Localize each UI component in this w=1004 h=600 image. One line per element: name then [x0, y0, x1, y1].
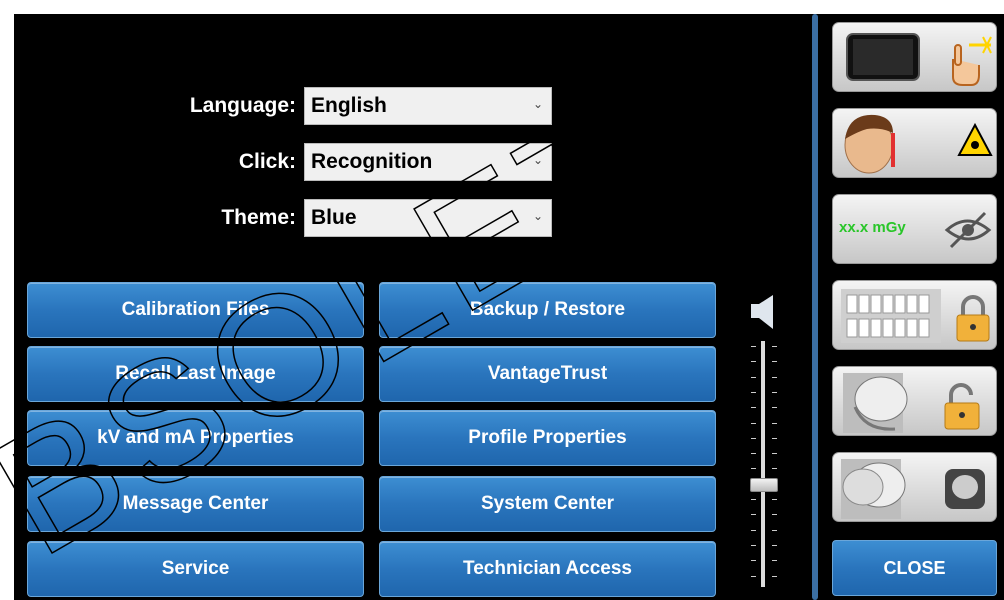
panel-divider: [812, 14, 818, 600]
language-select[interactable]: English ⌄: [304, 87, 552, 125]
volume-tick: [751, 437, 756, 439]
language-row: Language: English ⌄: [14, 86, 552, 126]
volume-tick: [772, 514, 777, 516]
volume-tick: [772, 529, 777, 531]
volume-tick: [772, 391, 777, 393]
volume-tick: [751, 346, 756, 347]
dentition-lock-button[interactable]: [832, 280, 997, 350]
volume-tick: [772, 346, 777, 347]
volume-tick: [751, 560, 756, 562]
message-center-button[interactable]: Message Center: [27, 476, 364, 532]
volume-tick: [751, 391, 756, 393]
patient-laser-icon: [844, 114, 993, 174]
ceph-view-icon: [841, 459, 985, 519]
volume-tick: [772, 499, 777, 500]
patient-laser-button[interactable]: [832, 108, 997, 178]
volume-tick: [772, 575, 777, 577]
volume-tick: [772, 453, 777, 455]
volume-tick: [751, 361, 756, 363]
volume-tick: [751, 468, 756, 470]
click-row: Click: Recognition ⌄: [14, 142, 552, 182]
dose-text: xx.x mGy: [839, 219, 906, 236]
chevron-down-icon: ⌄: [532, 153, 543, 167]
close-button[interactable]: CLOSE: [832, 540, 997, 596]
display-touch-icon: [846, 33, 992, 86]
theme-value: Blue: [311, 206, 357, 229]
volume-tick: [751, 575, 756, 577]
volume-tick: [751, 529, 756, 531]
volume-tick: [751, 422, 756, 424]
dentition-lock-icon: [841, 289, 990, 343]
language-value: English: [311, 94, 387, 117]
technician-access-button[interactable]: Technician Access: [379, 541, 716, 597]
volume-tick: [751, 514, 756, 516]
ceph-unlock-icon: [843, 373, 980, 433]
volume-tick: [751, 499, 756, 500]
service-button[interactable]: Service: [27, 541, 364, 597]
theme-row: Theme: Blue ⌄: [14, 198, 552, 238]
volume-tick: [772, 361, 777, 363]
profile-properties-button[interactable]: Profile Properties: [379, 410, 716, 466]
system-center-button[interactable]: System Center: [379, 476, 716, 532]
chevron-down-icon: ⌄: [532, 97, 543, 111]
click-value: Recognition: [311, 150, 433, 173]
volume-tick: [751, 544, 756, 546]
click-select[interactable]: Recognition ⌄: [304, 143, 552, 181]
volume-tick: [772, 560, 777, 562]
display-touch-button[interactable]: [832, 22, 997, 92]
volume-tick: [751, 453, 756, 455]
volume-tick: [772, 422, 777, 424]
language-label: Language:: [189, 94, 296, 117]
volume-speaker-icon: [751, 295, 773, 329]
dose-display-button[interactable]: xx.x mGy: [832, 194, 997, 264]
click-label: Click:: [238, 150, 296, 173]
volume-slider-track[interactable]: [761, 341, 765, 587]
chevron-down-icon: ⌄: [532, 209, 543, 223]
dose-hidden-icon: [944, 211, 992, 249]
theme-select[interactable]: Blue ⌄: [304, 199, 552, 237]
calibration-files-button[interactable]: Calibration Files: [27, 282, 364, 338]
ceph-unlock-button[interactable]: [832, 366, 997, 436]
volume-tick: [772, 407, 777, 409]
volume-tick: [751, 376, 756, 378]
backup-restore-button[interactable]: Backup / Restore: [379, 282, 716, 338]
volume-tick: [751, 407, 756, 409]
settings-screen: Language: English ⌄ Click: Recognition ⌄…: [14, 14, 1004, 600]
volume-tick: [772, 468, 777, 470]
volume-tick: [772, 376, 777, 378]
theme-label: Theme:: [221, 206, 296, 229]
volume-tick: [772, 437, 777, 439]
recall-last-image-button[interactable]: Recall Last Image: [27, 346, 364, 402]
volume-slider-handle[interactable]: [750, 477, 778, 492]
vantage-trust-button[interactable]: VantageTrust: [379, 346, 716, 402]
volume-tick: [772, 544, 777, 546]
ceph-view-button[interactable]: [832, 452, 997, 522]
kv-ma-properties-button[interactable]: kV and mA Properties: [27, 410, 364, 466]
